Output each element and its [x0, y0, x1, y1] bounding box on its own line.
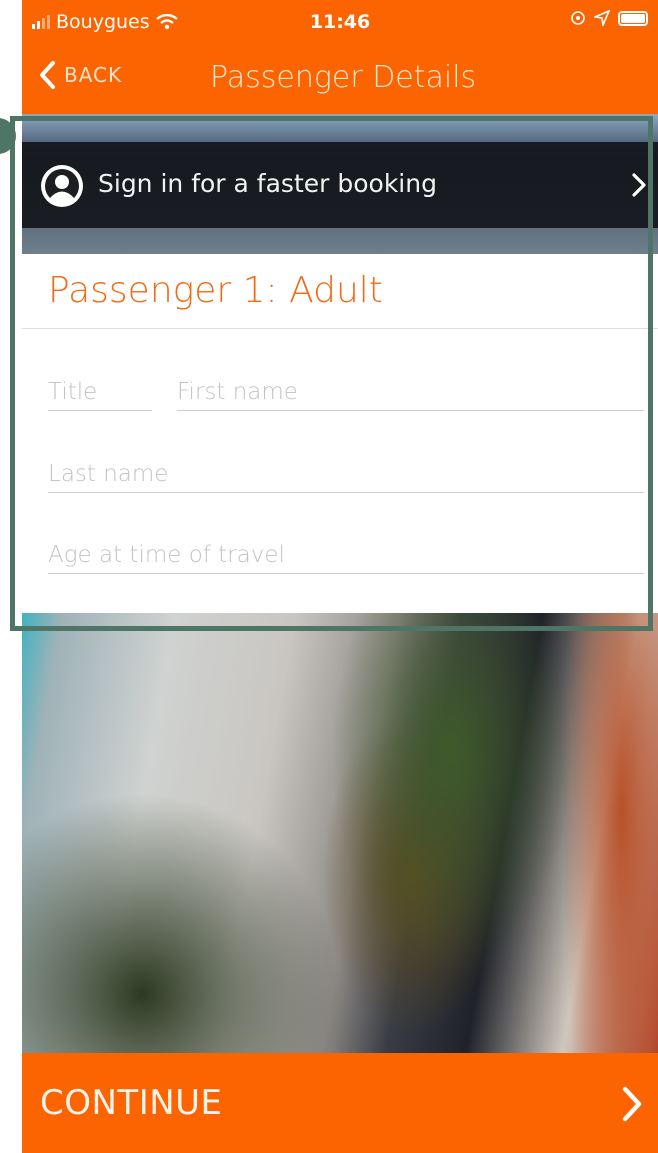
clock: 11:46: [309, 11, 371, 33]
status-bar: Bouygues 11:46: [22, 0, 658, 44]
title-field: [48, 374, 152, 411]
battery-icon: [618, 10, 648, 26]
navigation-bar: BACK Passenger Details: [22, 44, 658, 114]
continue-button[interactable]: CONTINUE: [22, 1053, 658, 1153]
age-field: [48, 537, 644, 574]
orientation-lock-icon: [571, 11, 585, 25]
status-icons: [570, 10, 648, 26]
location-arrow-icon: [594, 10, 610, 26]
back-button[interactable]: BACK: [38, 60, 122, 90]
passenger-heading: Passenger 1: Adult: [48, 270, 383, 311]
sign-in-label: Sign in for a faster booking: [98, 169, 437, 198]
age-input[interactable]: [48, 537, 644, 573]
sign-in-banner[interactable]: Sign in for a faster booking: [22, 142, 658, 228]
last-name-field: [48, 456, 644, 493]
last-name-input[interactable]: [48, 456, 644, 492]
passenger-form: Passenger 1: Adult: [22, 254, 658, 613]
divider: [22, 328, 658, 329]
page-title: Passenger Details: [210, 60, 477, 95]
title-input[interactable]: [48, 374, 152, 410]
back-label: BACK: [64, 63, 123, 87]
chevron-right-icon: [632, 173, 646, 197]
app-screen: Bouygues 11:46 BACK Passenger Details Si…: [22, 0, 658, 1153]
chevron-right-icon: [622, 1086, 642, 1122]
annotation-marker: [0, 118, 16, 154]
continue-label: CONTINUE: [40, 1083, 223, 1123]
first-name-field: [177, 374, 644, 411]
chevron-left-icon: [40, 61, 55, 89]
user-avatar-icon: [41, 165, 83, 207]
first-name-input[interactable]: [177, 374, 644, 410]
